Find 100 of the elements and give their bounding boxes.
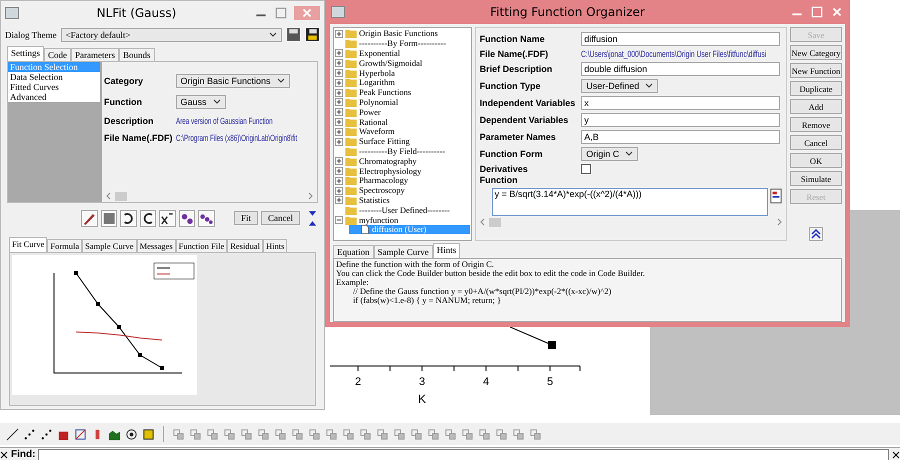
tree-item[interactable]: Statistics <box>359 196 390 205</box>
find-field[interactable] <box>38 448 889 460</box>
expand-icon[interactable] <box>335 78 343 87</box>
scroll-left-icon[interactable] <box>478 218 485 226</box>
dialog-button[interactable]: Duplicate <box>790 81 842 96</box>
close-button[interactable] <box>830 5 844 19</box>
input-field[interactable]: A,B <box>581 130 780 144</box>
tree-item[interactable]: Pharmacology <box>359 176 408 186</box>
tree-item[interactable]: ----------By Field---------- <box>359 146 446 156</box>
tree-item[interactable]: Growth/Sigmoidal <box>359 58 422 68</box>
dialog-button[interactable]: Simulate <box>790 171 842 186</box>
expand-icon[interactable] <box>335 98 343 106</box>
tab[interactable]: Hints <box>432 243 460 258</box>
redo-icon[interactable] <box>140 210 156 226</box>
code-builder-icon[interactable] <box>770 188 782 204</box>
list-item[interactable]: Fitted Curves <box>8 82 100 92</box>
tree-item[interactable]: Exponential <box>359 48 400 58</box>
expand-icon[interactable] <box>335 176 343 185</box>
save-icon[interactable] <box>100 210 117 226</box>
expand-icon[interactable] <box>335 157 343 166</box>
list-item[interactable]: Data Selection <box>8 72 100 82</box>
tree-item[interactable]: Chromatography <box>359 156 417 166</box>
dialog-button[interactable]: New Function <box>790 63 842 78</box>
dropdown[interactable]: Origin C <box>581 147 638 161</box>
tree-item[interactable]: Peak Functions <box>359 88 412 98</box>
list-item[interactable]: Advanced <box>8 92 100 102</box>
tab[interactable]: Residual <box>227 239 263 252</box>
close-icon[interactable] <box>0 450 8 458</box>
scroll-thumb[interactable] <box>115 192 127 200</box>
expand-icon[interactable] <box>335 118 343 126</box>
expand-icon[interactable] <box>335 196 343 204</box>
scroll-left-icon[interactable] <box>105 192 111 200</box>
scroll-right-icon[interactable] <box>308 192 314 200</box>
iterate-icon[interactable] <box>178 210 195 226</box>
input-field[interactable]: double diffusion <box>581 62 780 76</box>
save-as-icon[interactable] <box>305 27 320 42</box>
input-field[interactable]: y <box>581 113 780 127</box>
expand-icon[interactable] <box>335 167 343 176</box>
tab[interactable]: Sample Curve <box>374 245 433 258</box>
plot-type-icon[interactable] <box>142 428 155 440</box>
input-field[interactable]: x <box>581 96 780 110</box>
chi-square-icon[interactable] <box>159 210 176 226</box>
tree-item[interactable]: myfunction <box>359 216 398 225</box>
tree-item[interactable]: --------User Defined-------- <box>359 206 450 215</box>
checkbox[interactable] <box>581 164 592 174</box>
tree-item[interactable]: Logarithm <box>359 78 395 88</box>
dropdown[interactable]: User-Defined <box>581 79 658 93</box>
code-editor[interactable]: y = B/sqrt(3.14*A)*exp(-((x^2)/(4*A))) <box>492 188 768 216</box>
tab[interactable]: Function File <box>176 239 228 252</box>
expand-icon[interactable] <box>335 49 343 58</box>
plot-type-icon[interactable] <box>74 428 87 440</box>
input-field[interactable]: diffusion <box>581 32 780 46</box>
expand-icon[interactable] <box>335 128 343 136</box>
collapse-icon[interactable] <box>335 216 343 224</box>
close-icon[interactable] <box>892 450 900 458</box>
expand-icon[interactable] <box>335 59 343 68</box>
collapse-down-icon[interactable] <box>307 209 318 217</box>
dialog-button[interactable]: Add <box>790 99 842 114</box>
expand-icon[interactable] <box>335 108 343 116</box>
save-icon[interactable] <box>286 27 301 42</box>
tree-item[interactable]: ----------By Form---------- <box>359 39 446 48</box>
tab[interactable]: Equation <box>333 245 374 258</box>
tab[interactable]: Parameters <box>71 48 119 61</box>
dialog-button[interactable]: OK <box>790 153 842 168</box>
iterate-many-icon[interactable] <box>198 210 214 226</box>
tab[interactable]: Messages <box>136 239 176 252</box>
scroll-right-icon[interactable] <box>777 218 783 226</box>
theme-dropdown[interactable]: <Factory default> <box>60 28 282 42</box>
tab[interactable]: Settings <box>7 46 44 61</box>
plot-type-icon[interactable] <box>40 428 53 440</box>
dropdown[interactable]: Gauss <box>176 95 226 109</box>
dialog-button[interactable]: Cancel <box>261 211 300 225</box>
tab[interactable]: Bounds <box>119 48 155 61</box>
tab[interactable]: Sample Curve <box>82 239 137 252</box>
dialog-button[interactable]: Cancel <box>790 135 842 150</box>
expand-icon[interactable] <box>335 138 343 146</box>
plot-type-icon[interactable] <box>23 428 36 440</box>
tab[interactable]: Fit Curve <box>9 237 48 252</box>
expand-icon[interactable] <box>335 186 343 195</box>
expand-icon[interactable] <box>335 69 343 78</box>
tab[interactable]: Formula <box>47 239 82 252</box>
dialog-button[interactable]: Fit <box>234 211 258 225</box>
double-chevron-icon[interactable] <box>809 227 823 241</box>
tree-item[interactable]: Waveform <box>359 127 395 136</box>
undo-icon[interactable] <box>120 210 136 226</box>
tab[interactable]: Code <box>44 48 72 61</box>
plot-type-icon[interactable] <box>6 428 19 440</box>
tab[interactable]: Hints <box>262 239 288 252</box>
plot-type-icon[interactable] <box>125 428 138 440</box>
pen-icon[interactable] <box>81 210 98 226</box>
tree-item[interactable]: Power <box>359 108 381 117</box>
tree-item[interactable]: Hyperbola <box>359 68 395 78</box>
tree-item[interactable]: Spectroscopy <box>359 186 405 196</box>
expand-icon[interactable] <box>335 88 343 97</box>
dialog-button[interactable]: New Category <box>790 45 842 60</box>
tree-item[interactable]: Electrophysiology <box>359 166 422 176</box>
expand-icon[interactable] <box>335 30 343 38</box>
dialog-button[interactable]: Remove <box>790 117 842 132</box>
tree-item[interactable]: Origin Basic Functions <box>359 29 438 38</box>
tree-item[interactable]: Surface Fitting <box>359 137 410 146</box>
